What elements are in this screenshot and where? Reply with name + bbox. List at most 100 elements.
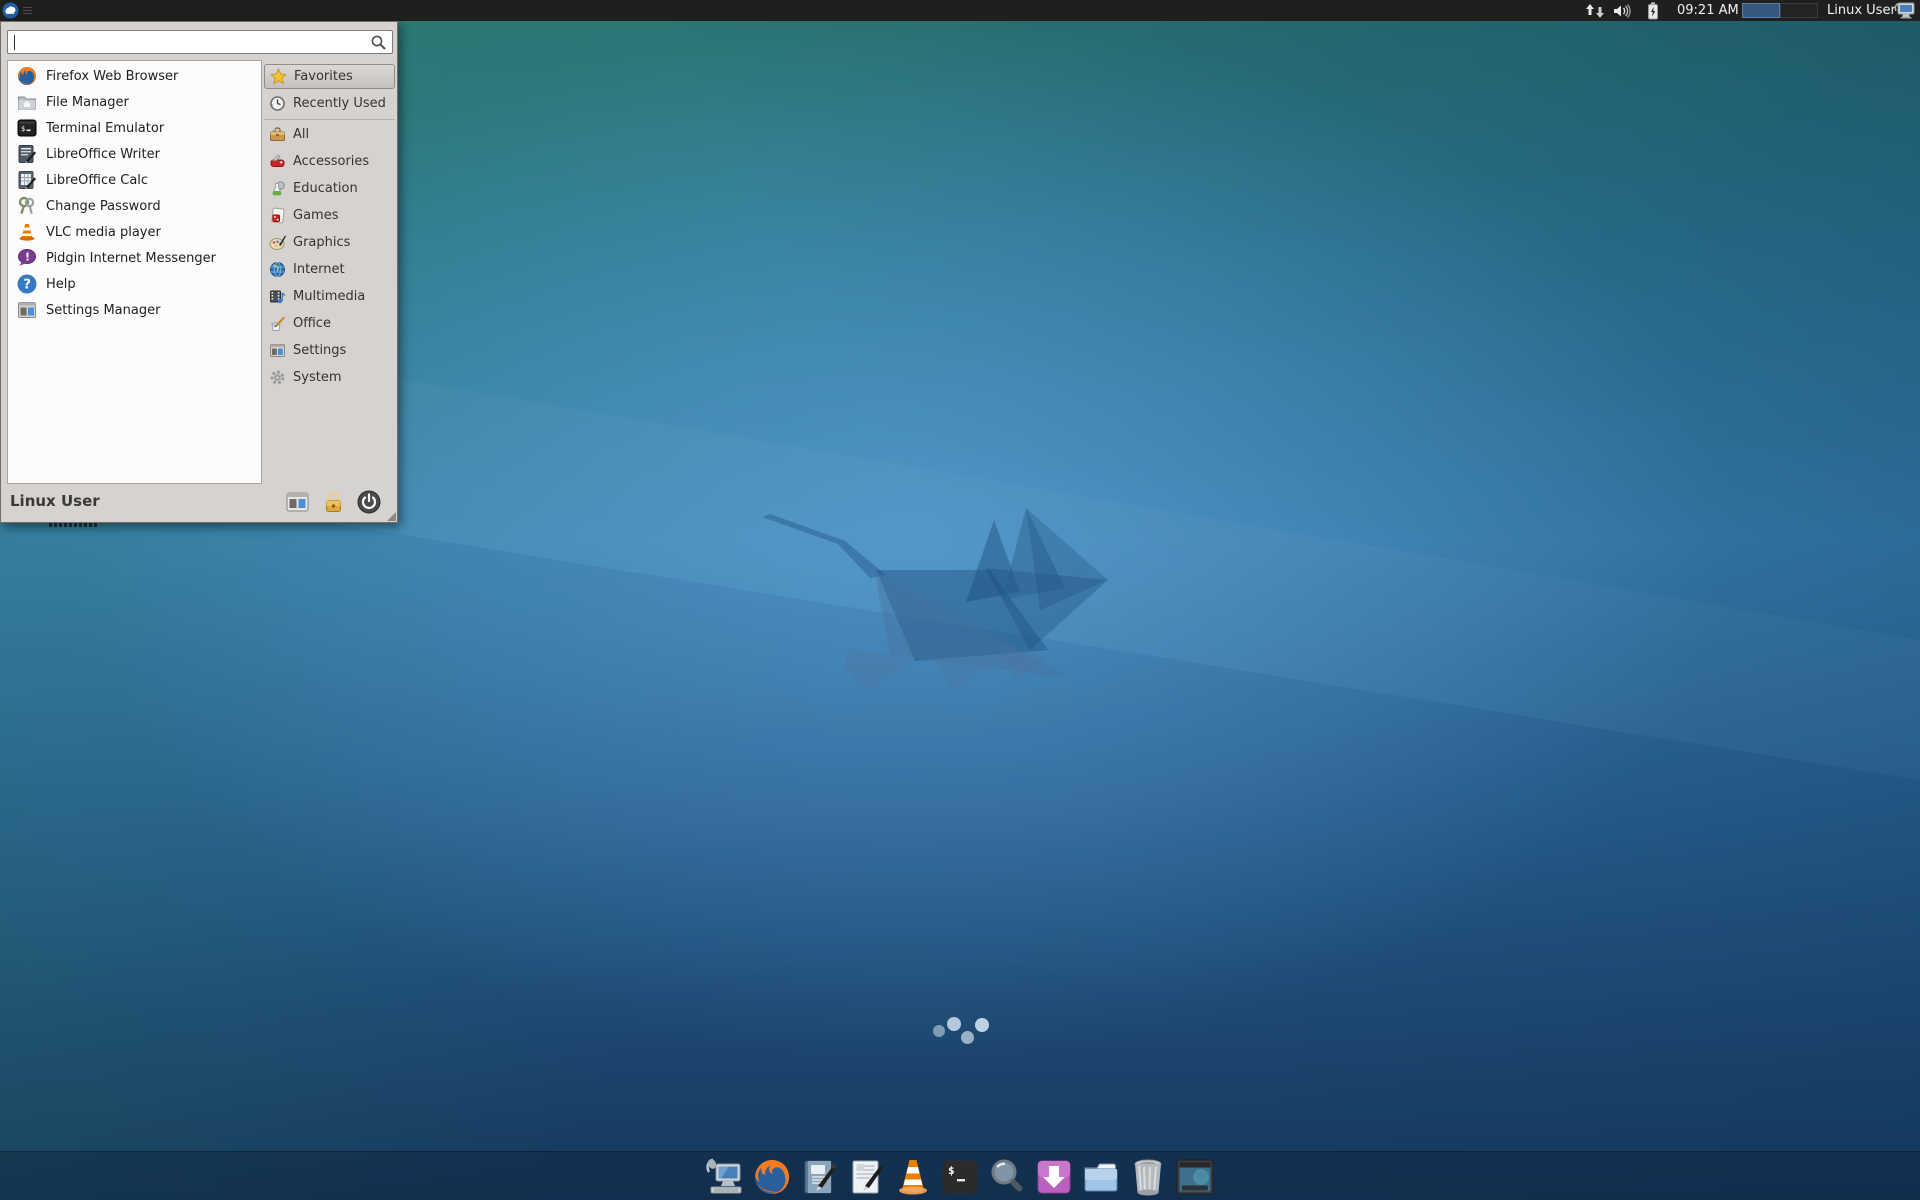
remote-computer-icon bbox=[705, 1158, 745, 1196]
panel-clock[interactable]: 09:21 AM bbox=[1677, 0, 1739, 21]
notebook-pen-icon bbox=[800, 1158, 838, 1196]
category-recently-used[interactable]: Recently Used bbox=[264, 90, 395, 117]
multimedia-icon bbox=[268, 288, 286, 306]
category-education[interactable]: Education bbox=[264, 175, 395, 202]
whisker-menu-button[interactable] bbox=[2, 0, 42, 21]
network-indicator[interactable] bbox=[1585, 0, 1607, 21]
category-label: Office bbox=[293, 316, 331, 331]
category-office[interactable]: Office bbox=[264, 310, 395, 337]
text-caret bbox=[14, 35, 15, 50]
log-out-button[interactable] bbox=[357, 490, 381, 514]
dock-item-app-finder[interactable] bbox=[987, 1157, 1027, 1197]
education-icon bbox=[268, 180, 286, 198]
dock-item-file-manager[interactable] bbox=[1081, 1157, 1121, 1197]
volume-indicator[interactable] bbox=[1613, 0, 1635, 21]
toolbox-icon bbox=[268, 126, 286, 144]
category-multimedia[interactable]: Multimedia bbox=[264, 283, 395, 310]
password-keys-icon bbox=[16, 196, 37, 217]
app-item-pidgin[interactable]: ! Pidgin Internet Messenger bbox=[8, 245, 261, 271]
dock-item-notebook[interactable] bbox=[799, 1157, 839, 1197]
dock-item-terminal[interactable]: $ bbox=[940, 1157, 980, 1197]
search-input[interactable] bbox=[14, 33, 366, 51]
gear-icon bbox=[268, 369, 286, 387]
app-label: File Manager bbox=[46, 95, 129, 110]
lock-screen-button[interactable] bbox=[321, 490, 345, 514]
workspace-window-icon bbox=[1175, 1159, 1215, 1195]
app-label: Help bbox=[46, 277, 76, 292]
category-system[interactable]: System bbox=[264, 364, 395, 391]
dock-item-downloader[interactable] bbox=[1034, 1157, 1074, 1197]
terminal-icon: $ bbox=[941, 1158, 979, 1196]
power-icon bbox=[357, 490, 381, 514]
settings-manager-icon bbox=[16, 300, 37, 321]
firefox-icon bbox=[16, 66, 37, 87]
category-all[interactable]: All bbox=[264, 121, 395, 148]
category-label: Accessories bbox=[293, 154, 369, 169]
all-settings-button[interactable] bbox=[285, 490, 309, 514]
menu-footer: Linux User bbox=[1, 482, 397, 522]
workspace-2[interactable] bbox=[1780, 3, 1818, 18]
dock-item-document[interactable] bbox=[846, 1157, 886, 1197]
category-internet[interactable]: Internet bbox=[264, 256, 395, 283]
pidgin-icon: ! bbox=[16, 248, 37, 269]
dock-item-workspace[interactable] bbox=[1175, 1157, 1215, 1197]
svg-text:$: $ bbox=[948, 1164, 955, 1177]
download-arrow-icon bbox=[1035, 1158, 1073, 1196]
office-icon bbox=[268, 315, 286, 333]
search-icon bbox=[370, 34, 387, 51]
app-item-help[interactable]: ? Help bbox=[8, 271, 261, 297]
app-item-settings-manager[interactable]: Settings Manager bbox=[8, 297, 261, 323]
recent-clock-icon bbox=[268, 95, 286, 113]
workspace-1[interactable] bbox=[1742, 3, 1780, 18]
xubuntu-mouse-logo bbox=[740, 490, 1140, 710]
category-favorites[interactable]: Favorites bbox=[264, 64, 395, 89]
globe-icon bbox=[268, 261, 286, 279]
swiss-knife-icon bbox=[268, 153, 286, 171]
app-label: Settings Manager bbox=[46, 303, 160, 318]
dock-item-vlc[interactable] bbox=[893, 1157, 933, 1197]
app-label: LibreOffice Writer bbox=[46, 147, 160, 162]
battery-icon bbox=[1647, 2, 1659, 20]
app-label: Firefox Web Browser bbox=[46, 69, 178, 84]
settings-manager-icon bbox=[286, 492, 309, 512]
trash-icon bbox=[1131, 1158, 1165, 1196]
app-item-libreoffice-writer[interactable]: LibreOffice Writer bbox=[8, 141, 261, 167]
app-item-libreoffice-calc[interactable]: LibreOffice Calc bbox=[8, 167, 261, 193]
app-label: Terminal Emulator bbox=[46, 121, 164, 136]
top-panel: 09:21 AM Linux User bbox=[0, 0, 1920, 21]
app-label: Pidgin Internet Messenger bbox=[46, 251, 216, 266]
svg-text:!: ! bbox=[25, 251, 30, 264]
lock-icon bbox=[323, 491, 344, 513]
category-label: Games bbox=[293, 208, 338, 223]
games-icon bbox=[268, 207, 286, 225]
dock-panel: $ bbox=[0, 1151, 1920, 1200]
category-label: All bbox=[293, 127, 309, 142]
session-menu-label[interactable]: Linux User bbox=[1827, 0, 1896, 21]
menu-resize-grip[interactable] bbox=[387, 512, 396, 521]
dock-item-trash[interactable] bbox=[1128, 1157, 1168, 1197]
dock-item-firefox[interactable] bbox=[752, 1157, 792, 1197]
app-item-file-manager[interactable]: File Manager bbox=[8, 89, 261, 115]
writer-icon bbox=[16, 144, 37, 165]
app-label: LibreOffice Calc bbox=[46, 173, 148, 188]
category-settings[interactable]: Settings bbox=[264, 337, 395, 364]
app-item-terminal[interactable]: $ Terminal Emulator bbox=[8, 115, 261, 141]
category-label: Favorites bbox=[294, 69, 353, 84]
battery-indicator[interactable] bbox=[1647, 0, 1659, 21]
category-games[interactable]: Games bbox=[264, 202, 395, 229]
app-item-vlc[interactable]: VLC media player bbox=[8, 219, 261, 245]
category-accessories[interactable]: Accessories bbox=[264, 148, 395, 175]
app-item-change-password[interactable]: Change Password bbox=[8, 193, 261, 219]
volume-icon bbox=[1613, 3, 1635, 19]
app-label: VLC media player bbox=[46, 225, 161, 240]
settings-window-icon bbox=[268, 342, 286, 360]
app-item-firefox[interactable]: Firefox Web Browser bbox=[8, 63, 261, 89]
session-menu-button[interactable] bbox=[1894, 0, 1916, 21]
category-graphics[interactable]: Graphics bbox=[264, 229, 395, 256]
svg-text:?: ? bbox=[23, 278, 31, 293]
terminal-icon: $ bbox=[16, 118, 37, 139]
dock-item-remote-computer[interactable] bbox=[705, 1157, 745, 1197]
workspace-pager[interactable] bbox=[1742, 3, 1818, 18]
graphics-palette-icon bbox=[268, 234, 286, 252]
user-computer-icon bbox=[1894, 2, 1916, 19]
